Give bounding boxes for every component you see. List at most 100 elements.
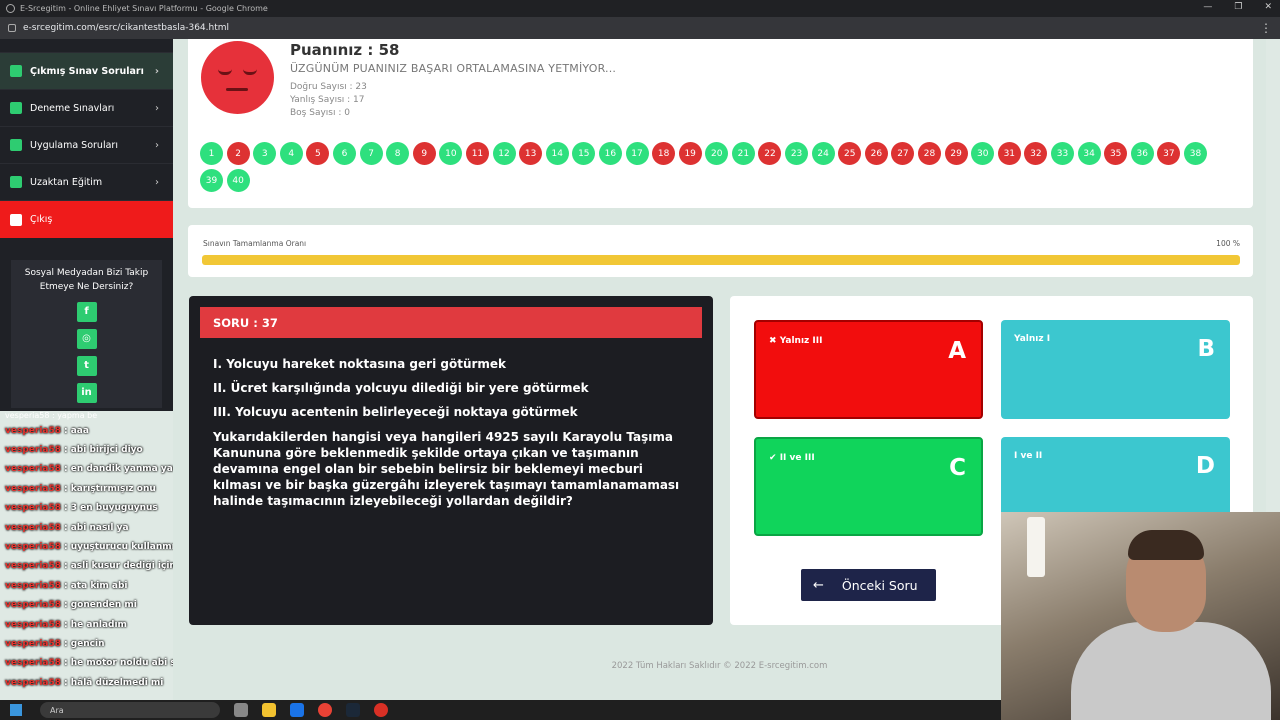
question-number-21[interactable]: 21 xyxy=(731,142,755,165)
question-number-25[interactable]: 25 xyxy=(838,142,862,165)
question-number-4[interactable]: 4 xyxy=(279,142,303,165)
previous-question-button[interactable]: ← Önceki Soru xyxy=(801,569,936,601)
question-number-1[interactable]: 1 xyxy=(200,142,223,165)
sidebar-item-partial[interactable] xyxy=(0,39,173,53)
question-number-15[interactable]: 15 xyxy=(572,142,596,165)
sidebar: Çıkmış Sınav Soruları › Deneme Sınavları… xyxy=(0,39,173,411)
question-number-26[interactable]: 26 xyxy=(864,142,888,165)
question-number-10[interactable]: 10 xyxy=(439,142,463,165)
chat-username: vesperia58 xyxy=(5,464,61,475)
twitter-icon[interactable]: t xyxy=(76,356,97,376)
question-number-11[interactable]: 11 xyxy=(465,142,489,165)
question-number-12[interactable]: 12 xyxy=(492,142,516,165)
document-icon xyxy=(10,65,22,77)
screen-icon xyxy=(10,176,22,188)
close-icon[interactable]: ✕ xyxy=(1264,2,1272,12)
sidebar-item-driving-questions[interactable]: Uygulama Soruları › xyxy=(0,127,173,164)
question-number-19[interactable]: 19 xyxy=(678,142,702,165)
chevron-right-icon: › xyxy=(155,102,159,114)
question-statement: III. Yolcuyu acentenin belirleyeceği nok… xyxy=(213,405,578,419)
question-header: SORU : 37 xyxy=(200,307,702,338)
question-number-16[interactable]: 16 xyxy=(598,142,622,165)
sidebar-item-label: Uygulama Soruları xyxy=(30,139,118,151)
question-number-27[interactable]: 27 xyxy=(891,142,915,165)
taskbar-search-text: Ara xyxy=(50,705,64,715)
taskbar-search[interactable]: Ara xyxy=(40,702,220,718)
address-bar[interactable]: e-srcegitim.com/esrc/cikantestbasla-364.… xyxy=(0,17,1280,39)
question-number-22[interactable]: 22 xyxy=(758,142,782,165)
question-number-2[interactable]: 2 xyxy=(226,142,250,165)
restore-icon[interactable]: ❐ xyxy=(1234,2,1242,12)
question-number-20[interactable]: 20 xyxy=(705,142,729,165)
question-number-17[interactable]: 17 xyxy=(625,142,649,165)
instagram-icon[interactable]: ◎ xyxy=(76,329,97,349)
question-number-14[interactable]: 14 xyxy=(545,142,569,165)
answer-option-b[interactable]: Yalnız I B xyxy=(1001,320,1230,419)
correct-count: Doğru Sayısı : 23 xyxy=(290,82,367,92)
chevron-right-icon: › xyxy=(155,139,159,151)
answer-letter: A xyxy=(948,338,966,364)
sidebar-item-distance-learning[interactable]: Uzaktan Eğitim › xyxy=(0,164,173,201)
question-number-9[interactable]: 9 xyxy=(412,142,436,165)
question-number-31[interactable]: 31 xyxy=(997,142,1021,165)
question-number-7[interactable]: 7 xyxy=(359,142,383,165)
question-number-40[interactable]: 40 xyxy=(226,169,250,192)
answer-text: Yalnız III xyxy=(779,336,823,346)
question-number-6[interactable]: 6 xyxy=(332,142,356,165)
wrong-mark-icon: ✖ xyxy=(769,336,777,346)
answer-option-a[interactable]: ✖ Yalnız III A xyxy=(754,320,983,419)
car-icon xyxy=(10,139,22,151)
chat-text: : abi birijci diyo xyxy=(64,445,143,456)
question-body: I. Yolcuyu hareket noktasına geri götürm… xyxy=(213,357,693,509)
sad-face-icon xyxy=(201,41,274,114)
sidebar-item-exit[interactable]: Çıkış xyxy=(0,201,173,238)
chat-text: : gonenden mi xyxy=(64,600,137,611)
question-number-32[interactable]: 32 xyxy=(1024,142,1048,165)
outlook-icon[interactable] xyxy=(290,703,304,717)
url-text[interactable]: e-srcegitim.com/esrc/cikantestbasla-364.… xyxy=(23,23,229,33)
chevron-right-icon: › xyxy=(154,65,159,77)
question-number-38[interactable]: 38 xyxy=(1183,142,1207,165)
question-number-24[interactable]: 24 xyxy=(811,142,835,165)
linkedin-icon[interactable]: in xyxy=(76,383,97,403)
chat-username: vesperia58 xyxy=(5,425,61,436)
windows-start-icon[interactable] xyxy=(10,704,22,716)
person-hair-shape xyxy=(1128,530,1204,560)
task-view-icon[interactable] xyxy=(234,703,248,717)
question-number-39[interactable]: 39 xyxy=(200,169,223,192)
answer-letter: C xyxy=(949,455,966,481)
chat-username: vesperia58 xyxy=(5,542,61,553)
answer-option-c[interactable]: ✔ II ve III C xyxy=(754,437,983,536)
obs-icon[interactable] xyxy=(374,703,388,717)
answer-text: Yalnız I xyxy=(1014,334,1051,344)
question-number-37[interactable]: 37 xyxy=(1157,142,1181,165)
question-number-5[interactable]: 5 xyxy=(306,142,330,165)
question-number-33[interactable]: 33 xyxy=(1051,142,1074,165)
question-number-34[interactable]: 34 xyxy=(1077,142,1101,165)
minimize-icon[interactable]: — xyxy=(1203,2,1212,12)
sidebar-item-practice-exams[interactable]: Deneme Sınavları › xyxy=(0,90,173,127)
question-number-35[interactable]: 35 xyxy=(1104,142,1128,165)
chrome-icon[interactable] xyxy=(318,703,332,717)
facebook-icon[interactable]: f xyxy=(76,302,97,322)
question-number-23[interactable]: 23 xyxy=(785,142,809,165)
chat-text: : 3 en buyuguynus xyxy=(64,503,158,514)
sidebar-item-label: Deneme Sınavları xyxy=(30,102,115,114)
question-number-18[interactable]: 18 xyxy=(652,142,676,165)
question-number-3[interactable]: 3 xyxy=(253,142,277,165)
chat-username: vesperia58 xyxy=(5,658,61,669)
browser-menu-icon[interactable]: ⋮ xyxy=(1260,21,1272,35)
sidebar-item-past-exams[interactable]: Çıkmış Sınav Soruları › xyxy=(0,53,173,90)
window-titlebar: E-Srcegitim - Online Ehliyet Sınavı Plat… xyxy=(0,0,1280,17)
question-number-29[interactable]: 29 xyxy=(944,142,968,165)
sidebar-item-label: Uzaktan Eğitim xyxy=(30,176,103,188)
question-number-8[interactable]: 8 xyxy=(386,142,410,165)
site-info-icon[interactable] xyxy=(8,24,16,32)
question-number-13[interactable]: 13 xyxy=(519,142,543,165)
question-number-36[interactable]: 36 xyxy=(1130,142,1154,165)
file-explorer-icon[interactable] xyxy=(262,703,276,717)
steam-icon[interactable] xyxy=(346,703,360,717)
question-number-28[interactable]: 28 xyxy=(918,142,942,165)
question-navigator: 1 2 3 4 5 6 7 8 9 10 11 12 13 14 15 16 17 18 19 20 21 22 23 24 2… xyxy=(200,142,1230,192)
question-number-30[interactable]: 30 xyxy=(971,142,995,165)
